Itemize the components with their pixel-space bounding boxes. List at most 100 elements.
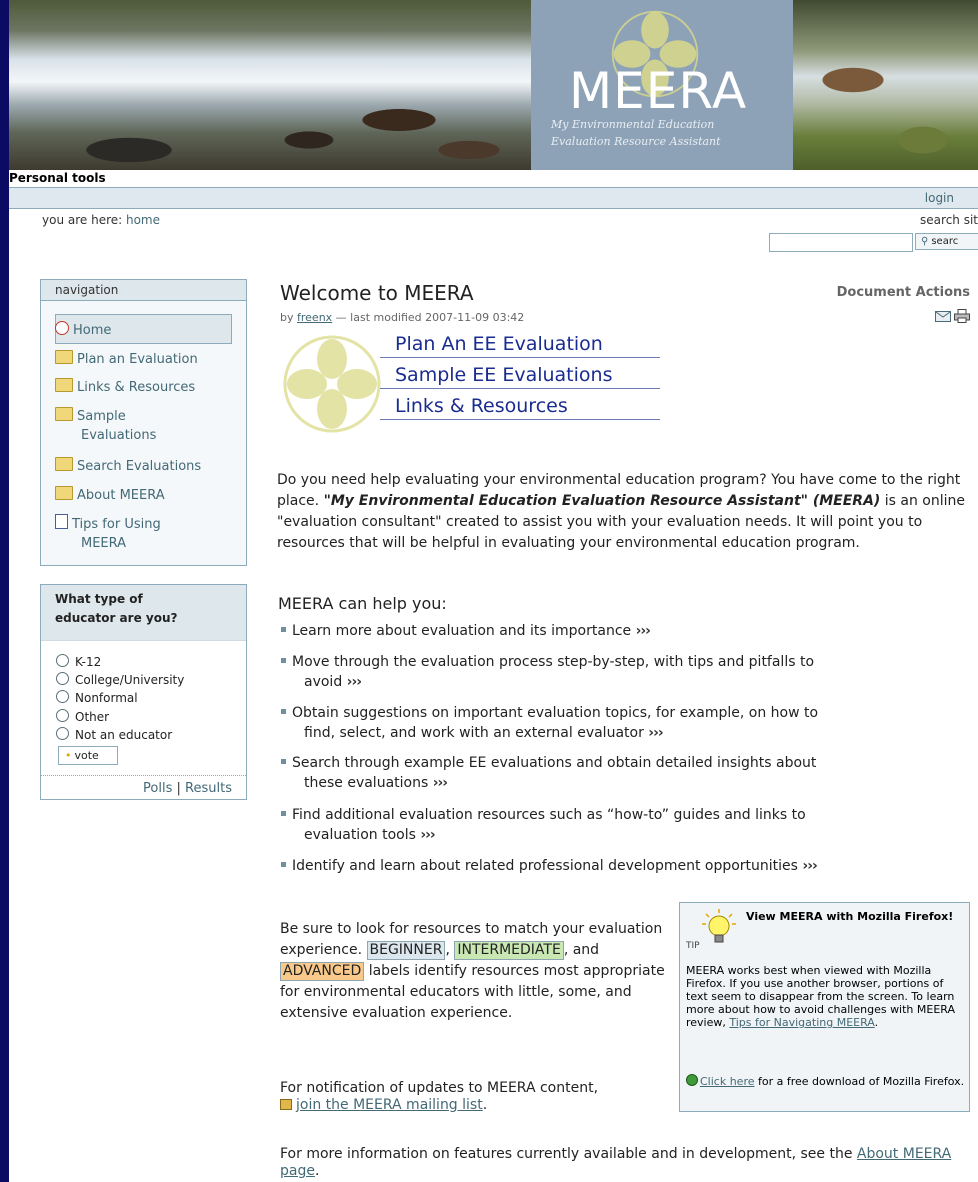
poll-footer-separator: | [176,781,181,796]
last-modified: — last modified 2007-11-09 03:42 [332,311,525,324]
mailing-list-link[interactable]: join the MEERA mailing list [296,1097,483,1113]
folder-icon [55,407,73,421]
nav-item-links-resources[interactable]: Links & Resources [55,378,195,395]
document-actions-label: Document Actions [836,285,970,300]
more-link[interactable]: ››› [347,674,362,690]
personal-tools-bar: login [9,187,978,209]
search-input[interactable] [769,233,913,252]
folder-icon [55,486,73,500]
quick-link-sample[interactable]: Sample EE Evaluations [395,364,612,386]
poll-option-other[interactable]: Other [56,709,109,724]
mailing-list-paragraph: For notification of updates to MEERA con… [280,1080,675,1114]
help-list-item: Obtain suggestions on important evaluati… [281,703,961,743]
help-item-text: Search through example EE evaluations an… [292,755,817,771]
help-item-text: Learn more about evaluation and its impo… [292,623,632,639]
bullet-icon [281,811,286,816]
nav-item-sample-evaluations[interactable]: Sample Evaluations [55,407,156,443]
radio-button[interactable] [56,709,69,722]
quick-link-resources[interactable]: Links & Resources [395,395,568,417]
results-link[interactable]: Results [185,781,232,796]
polls-link[interactable]: Polls [143,781,172,796]
poll-option-label: Nonformal [75,691,138,705]
firefox-download-link[interactable]: Click here [700,1075,755,1088]
poll-option-label: K-12 [75,655,102,669]
poll-option-college[interactable]: College/University [56,672,184,687]
poll-portlet: What type of educator are you? K-12 Colle… [40,584,247,800]
quick-link-plan[interactable]: Plan An EE Evaluation [395,333,603,355]
breadcrumb-home-link[interactable]: home [126,213,160,227]
print-icon[interactable] [954,309,970,323]
poll-option-nonformal[interactable]: Nonformal [56,690,138,705]
nav-item-tips[interactable]: Tips for Using MEERA [55,514,161,551]
levels-comma: , [445,942,450,958]
poll-option-k12[interactable]: K-12 [56,654,101,669]
help-list-item: Identify and learn about related profess… [281,856,961,876]
nav-item-label: Sample [77,409,126,424]
bullet-icon [281,759,286,764]
tip-body: MEERA works best when viewed with Mozill… [686,964,966,1029]
logo-panel[interactable]: MEERA My Environmental Education Evaluat… [531,0,793,170]
nav-item-about-meera[interactable]: About MEERA [55,486,165,503]
document-icon [55,514,68,529]
more-link[interactable]: ››› [420,827,435,843]
folder-icon [55,457,73,471]
tip-box: TIP View MEERA with Mozilla Firefox! MEE… [679,902,970,1112]
help-heading: MEERA can help you: [278,594,447,613]
lightbulb-icon [702,909,736,943]
home-icon [55,321,69,335]
folder-icon [55,350,73,364]
bullet-icon [281,862,286,867]
page-title: Welcome to MEERA [280,281,474,305]
advanced-badge: ADVANCED [280,962,365,981]
poll-option-not-educator[interactable]: Not an educator [56,727,172,742]
nav-item-label: About MEERA [77,488,165,503]
levels-and: , and [563,942,600,958]
breadcrumb-bar: you are here: home search sit ⚲ searc [9,209,978,259]
brand-title: MEERA [569,62,748,120]
search-label: search sit [920,213,978,227]
vote-icon: • [65,749,72,762]
more-link[interactable]: ››› [433,775,448,791]
nav-item-plan-evaluation[interactable]: Plan an Evaluation [55,350,198,367]
more-link[interactable]: ››› [648,725,663,741]
document-action-icons [935,309,975,323]
radio-button[interactable] [56,690,69,703]
radio-button[interactable] [56,727,69,740]
poll-option-label: Not an educator [75,728,173,742]
help-item-text: find, select, and work with an external … [304,725,644,741]
folder-icon [55,378,73,392]
help-item-text: these evaluations [304,775,429,791]
more-info-text: For more information on features current… [280,1146,857,1162]
search-icon: ⚲ [921,236,929,247]
tip-title: View MEERA with Mozilla Firefox! [746,910,954,923]
personal-tools-label: Personal tools [9,170,978,186]
beginner-badge: BEGINNER [366,941,446,960]
more-info-paragraph: For more information on features current… [280,1146,960,1180]
search-button[interactable]: ⚲ searc [915,233,978,250]
tip-body-end: . [874,1016,879,1029]
more-link[interactable]: ››› [636,623,651,639]
intro-emphasis: "My Environmental Education Evaluation R… [323,493,881,509]
author-link[interactable]: freenx [297,311,332,324]
nav-item-search-evaluations[interactable]: Search Evaluations [55,457,201,474]
vote-button[interactable]: • vote [58,746,118,765]
quick-link-divider [380,357,660,358]
help-item-text: Identify and learn about related profess… [292,858,798,874]
poll-option-label: College/University [75,673,185,687]
notify-text: For notification of updates to MEERA con… [280,1080,599,1096]
tip-label: TIP [686,941,700,951]
nav-item-label: Search Evaluations [77,459,202,474]
nav-item-home[interactable]: Home [55,321,111,338]
quick-link-divider [380,419,660,420]
tips-navigating-link[interactable]: Tips for Navigating MEERA [729,1016,874,1029]
globe-icon [686,1074,698,1086]
login-link[interactable]: login [925,191,954,205]
send-to-icon[interactable] [935,311,951,322]
document-byline: by freenx — last modified 2007-11-09 03:… [280,311,524,324]
radio-button[interactable] [56,672,69,685]
more-link[interactable]: ››› [802,858,817,874]
breadcrumb: you are here: home [42,213,160,227]
quick-links: Plan An EE Evaluation Sample EE Evaluati… [280,330,660,433]
radio-button[interactable] [56,654,69,667]
help-item-text: Obtain suggestions on important evaluati… [292,705,819,721]
